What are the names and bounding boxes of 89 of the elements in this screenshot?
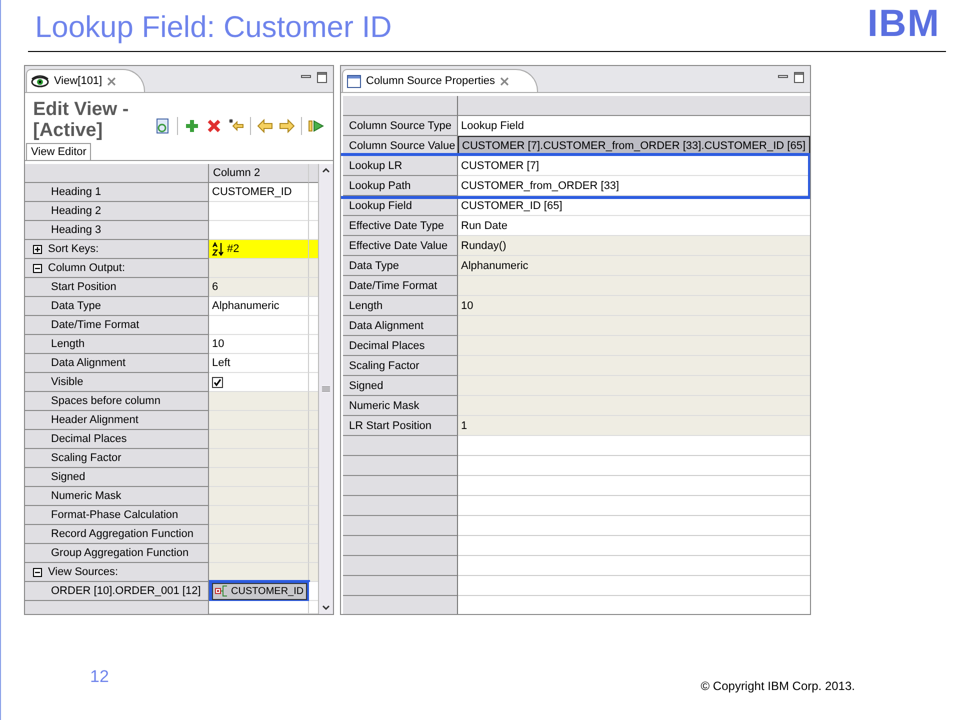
property-label: Column Source Type (343, 116, 458, 136)
group-label: View Sources: (48, 566, 118, 578)
header-cell (309, 164, 318, 183)
property-value: 10 (458, 296, 810, 316)
company-logo: IBM (867, 5, 940, 43)
expand-icon[interactable] (33, 244, 42, 254)
grip-icon[interactable] (322, 386, 330, 392)
collapse-icon[interactable] (33, 568, 42, 576)
property-value: Alphanumeric (458, 256, 810, 276)
property-value: Alphanumeric (212, 300, 280, 312)
property-label: Start Position (51, 281, 116, 293)
property-label: Decimal Places (343, 336, 458, 356)
property-value: 10 (212, 338, 224, 350)
window-icon (347, 74, 361, 88)
property-label: Record Aggregation Function (51, 528, 194, 540)
sort-icon (212, 242, 224, 256)
property-label: Heading 2 (51, 205, 102, 217)
panel-tab[interactable]: View[101] (26, 69, 146, 92)
property-label: Lookup LR (343, 156, 458, 176)
table-cell (309, 430, 318, 449)
property-label: Format-Phase Calculation (51, 509, 178, 521)
eye-icon (31, 74, 49, 88)
table-cell (309, 449, 318, 468)
property-value: 1 (458, 416, 810, 436)
table-cell (309, 392, 318, 411)
property-label: Lookup Path (343, 176, 458, 196)
property-label: LR Start Position (343, 416, 458, 436)
property-label: Signed (343, 376, 458, 396)
property-label: Visible (51, 376, 84, 388)
close-icon[interactable] (107, 76, 116, 86)
editor-tab[interactable]: View Editor (26, 143, 92, 160)
group-label: Sort Keys: (48, 243, 99, 255)
property-label: Length (51, 338, 85, 350)
panel-tab[interactable]: Column Source Properties (342, 69, 538, 92)
copyright-notice: © Copyright IBM Corp. 2013. (700, 679, 855, 693)
table-cell (309, 259, 318, 278)
property-label: Length (343, 296, 458, 316)
property-label: Effective Date Type (343, 216, 458, 236)
sort-key-value: #2 (227, 243, 240, 255)
property-value: CUSTOMER_ID (212, 186, 292, 198)
table-cell (309, 487, 318, 506)
document-icon[interactable] (155, 118, 171, 134)
cross-icon[interactable] (206, 118, 222, 134)
property-label: Numeric Mask (51, 490, 122, 502)
property-label: Scaling Factor (51, 452, 122, 464)
property-label: Date/Time Format (51, 319, 140, 331)
property-label: Numeric Mask (343, 396, 458, 416)
property-label: Data Type (51, 300, 101, 312)
right-arrow-icon[interactable] (279, 118, 295, 134)
field-icon (215, 585, 229, 597)
collapse-icon[interactable] (33, 264, 42, 272)
property-label: Data Alignment (343, 316, 458, 336)
property-label: Date/Time Format (343, 276, 458, 296)
table-cell (309, 506, 318, 525)
property-label: Scaling Factor (343, 356, 458, 376)
maximize-icon[interactable] (794, 72, 804, 83)
page-number: 12 (90, 667, 109, 687)
table-cell (309, 544, 318, 563)
property-label: Data Alignment (51, 357, 126, 369)
property-label: Decimal Places (51, 433, 127, 445)
property-label: Heading 1 (51, 186, 102, 198)
property-label: Heading 3 (51, 224, 102, 236)
table-cell (309, 563, 318, 582)
plus-icon[interactable] (184, 118, 200, 134)
play-icon[interactable] (308, 118, 324, 134)
column-header: Column 2 (209, 164, 309, 183)
table-cell (309, 411, 318, 430)
maximize-icon[interactable] (317, 72, 327, 83)
star-arrow-icon[interactable] (228, 118, 244, 134)
column-source-button[interactable]: CUSTOMER_ID (212, 582, 307, 600)
property-value: Left (212, 357, 230, 369)
table-cell (309, 468, 318, 487)
scrollbar[interactable] (318, 164, 333, 614)
checkbox[interactable] (212, 376, 223, 388)
property-label: Data Type (343, 256, 458, 276)
property-label: Signed (51, 471, 86, 483)
editor-heading: Edit View - [Active] (33, 99, 130, 141)
property-value: 6 (212, 281, 218, 293)
table-cell (309, 525, 318, 544)
property-value: Runday() (458, 236, 810, 256)
property-label: Effective Date Value (343, 236, 458, 256)
property-label: Group Aggregation Function (51, 547, 189, 559)
slide-title: Lookup Field: Customer ID (35, 11, 392, 45)
property-label: Spaces before column (51, 395, 160, 407)
source-label: ORDER [10].ORDER_001 [12] (51, 585, 201, 597)
left-arrow-icon[interactable] (257, 118, 273, 134)
group-label: Column Output: (48, 262, 126, 274)
property-label: Header Alignment (51, 414, 138, 426)
close-icon[interactable] (500, 76, 510, 86)
